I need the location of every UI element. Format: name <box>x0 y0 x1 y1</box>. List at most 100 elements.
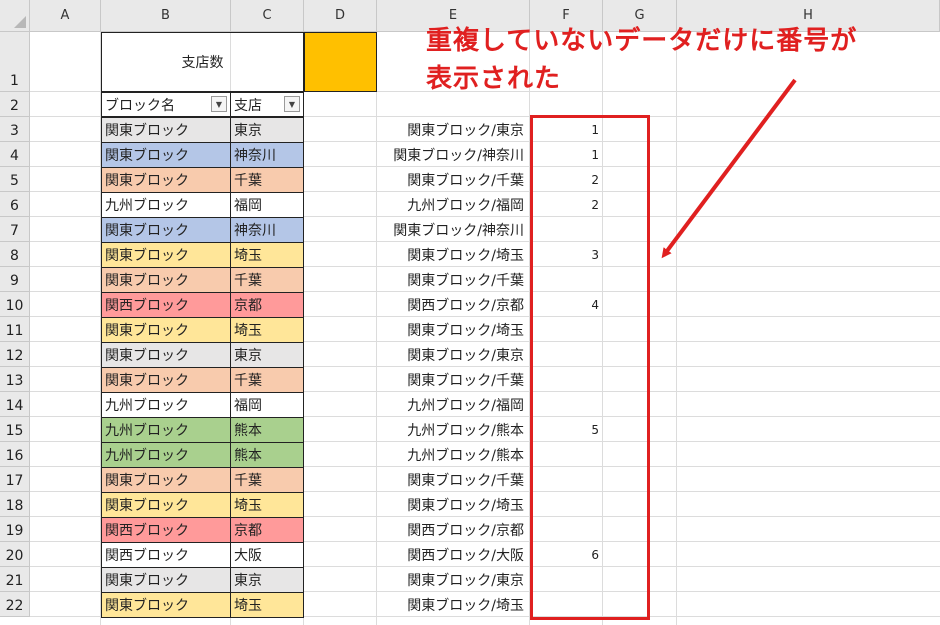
combined-key-cell[interactable]: 九州ブロック/熊本 <box>377 442 530 467</box>
branch-cell[interactable]: 埼玉 <box>231 317 304 343</box>
row-header-21[interactable]: 21 <box>0 567 30 592</box>
branch-cell[interactable]: 東京 <box>231 117 304 143</box>
combined-key-cell[interactable]: 関東ブロック/神奈川 <box>377 142 530 167</box>
filter-dropdown-icon[interactable]: ▼ <box>284 96 300 112</box>
block-cell[interactable]: 関東ブロック <box>101 367 231 393</box>
block-cell[interactable]: 関東ブロック <box>101 492 231 518</box>
highlighted-cell-d1[interactable] <box>304 32 377 92</box>
block-cell[interactable]: 関西ブロック <box>101 292 231 318</box>
combined-key-cell[interactable]: 九州ブロック/福岡 <box>377 192 530 217</box>
row-header-20[interactable]: 20 <box>0 542 30 567</box>
block-cell[interactable]: 関東ブロック <box>101 217 231 243</box>
row-header-8[interactable]: 8 <box>0 242 30 267</box>
row-header-7[interactable]: 7 <box>0 217 30 242</box>
row-header-14[interactable]: 14 <box>0 392 30 417</box>
column-header-b[interactable]: B <box>101 0 231 32</box>
branch-cell[interactable]: 大阪 <box>231 542 304 568</box>
branch-cell[interactable]: 千葉 <box>231 367 304 393</box>
column-header-a[interactable]: A <box>30 0 101 32</box>
block-name-text: 関東ブロック <box>105 173 189 189</box>
combined-key-cell[interactable]: 関東ブロック/東京 <box>377 117 530 142</box>
combined-key-cell[interactable]: 関東ブロック/埼玉 <box>377 317 530 342</box>
block-cell[interactable]: 関東ブロック <box>101 342 231 368</box>
block-cell[interactable]: 関東ブロック <box>101 267 231 293</box>
row-header-4[interactable]: 4 <box>0 142 30 167</box>
block-cell[interactable]: 関東ブロック <box>101 467 231 493</box>
branch-cell[interactable]: 熊本 <box>231 442 304 468</box>
block-cell[interactable]: 九州ブロック <box>101 442 231 468</box>
branch-cell[interactable]: 京都 <box>231 292 304 318</box>
branch-cell[interactable]: 京都 <box>231 517 304 543</box>
combined-key-cell[interactable]: 関東ブロック/埼玉 <box>377 242 530 267</box>
branch-cell[interactable]: 熊本 <box>231 417 304 443</box>
combined-key-cell[interactable]: 関東ブロック/神奈川 <box>377 217 530 242</box>
block-cell[interactable]: 関東ブロック <box>101 242 231 268</box>
column-header-c[interactable]: C <box>231 0 304 32</box>
select-all-corner[interactable] <box>0 0 30 32</box>
branch-cell[interactable]: 神奈川 <box>231 142 304 168</box>
combined-key-cell[interactable]: 関東ブロック/千葉 <box>377 367 530 392</box>
row-header-16[interactable]: 16 <box>0 442 30 467</box>
block-cell[interactable]: 関東ブロック <box>101 317 231 343</box>
combined-key-cell[interactable]: 九州ブロック/熊本 <box>377 417 530 442</box>
header-block-cell[interactable]: ブロック名 ▼ <box>101 92 231 117</box>
filter-dropdown-icon[interactable]: ▼ <box>211 96 227 112</box>
block-cell[interactable]: 関東ブロック <box>101 142 231 168</box>
combined-key-cell[interactable]: 関東ブロック/東京 <box>377 342 530 367</box>
row-header-22[interactable]: 22 <box>0 592 30 617</box>
row-header-15[interactable]: 15 <box>0 417 30 442</box>
row-header-2[interactable]: 2 <box>0 92 30 117</box>
branch-cell[interactable]: 千葉 <box>231 167 304 193</box>
block-name-text: 関東ブロック <box>105 248 189 264</box>
block-cell[interactable]: 関東ブロック <box>101 567 231 593</box>
block-cell[interactable]: 関東ブロック <box>101 167 231 193</box>
block-cell[interactable]: 九州ブロック <box>101 417 231 443</box>
row-header-5[interactable]: 5 <box>0 167 30 192</box>
header-branch-cell[interactable]: 支店 ▼ <box>231 92 304 117</box>
combined-key-cell[interactable]: 関東ブロック/千葉 <box>377 467 530 492</box>
branch-cell[interactable]: 東京 <box>231 567 304 593</box>
combined-key-cell[interactable]: 関東ブロック/千葉 <box>377 167 530 192</box>
row-header-6[interactable]: 6 <box>0 192 30 217</box>
row-header-17[interactable]: 17 <box>0 467 30 492</box>
combined-key-cell[interactable]: 関東ブロック/千葉 <box>377 267 530 292</box>
row-header-11[interactable]: 11 <box>0 317 30 342</box>
branch-cell[interactable]: 福岡 <box>231 392 304 418</box>
branch-cell[interactable]: 埼玉 <box>231 242 304 268</box>
combined-key-cell[interactable]: 関西ブロック/京都 <box>377 292 530 317</box>
branch-name-text: 東京 <box>234 123 262 139</box>
branch-cell[interactable]: 千葉 <box>231 267 304 293</box>
combined-key-cell[interactable]: 九州ブロック/福岡 <box>377 392 530 417</box>
row-header-10[interactable]: 10 <box>0 292 30 317</box>
row-header-18[interactable]: 18 <box>0 492 30 517</box>
combined-key-cell[interactable]: 関東ブロック/埼玉 <box>377 492 530 517</box>
block-cell[interactable]: 九州ブロック <box>101 192 231 218</box>
merged-title-cell[interactable]: 支店数 <box>101 32 304 92</box>
row-header-3[interactable]: 3 <box>0 117 30 142</box>
combined-key-cell[interactable]: 関西ブロック/京都 <box>377 517 530 542</box>
block-name-text: 関東ブロック <box>105 598 189 614</box>
highlight-rectangle <box>530 115 650 620</box>
branch-name-text: 東京 <box>234 348 262 364</box>
row-header-19[interactable]: 19 <box>0 517 30 542</box>
block-cell[interactable]: 関東ブロック <box>101 117 231 143</box>
block-cell[interactable]: 関西ブロック <box>101 542 231 568</box>
combined-key-cell[interactable]: 関西ブロック/大阪 <box>377 542 530 567</box>
column-header-d[interactable]: D <box>304 0 377 32</box>
branch-cell[interactable]: 千葉 <box>231 467 304 493</box>
branch-cell[interactable]: 埼玉 <box>231 492 304 518</box>
block-cell[interactable]: 関西ブロック <box>101 517 231 543</box>
combined-key-cell[interactable]: 関東ブロック/東京 <box>377 567 530 592</box>
combined-key-cell[interactable]: 関東ブロック/埼玉 <box>377 592 530 617</box>
row-header-9[interactable]: 9 <box>0 267 30 292</box>
branch-cell[interactable]: 神奈川 <box>231 217 304 243</box>
row-header-12[interactable]: 12 <box>0 342 30 367</box>
branch-cell[interactable]: 東京 <box>231 342 304 368</box>
branch-cell[interactable]: 埼玉 <box>231 592 304 618</box>
row-header-1[interactable]: 1 <box>0 32 30 92</box>
branch-name-text: 埼玉 <box>234 323 262 339</box>
block-cell[interactable]: 九州ブロック <box>101 392 231 418</box>
branch-cell[interactable]: 福岡 <box>231 192 304 218</box>
row-header-13[interactable]: 13 <box>0 367 30 392</box>
block-cell[interactable]: 関東ブロック <box>101 592 231 618</box>
